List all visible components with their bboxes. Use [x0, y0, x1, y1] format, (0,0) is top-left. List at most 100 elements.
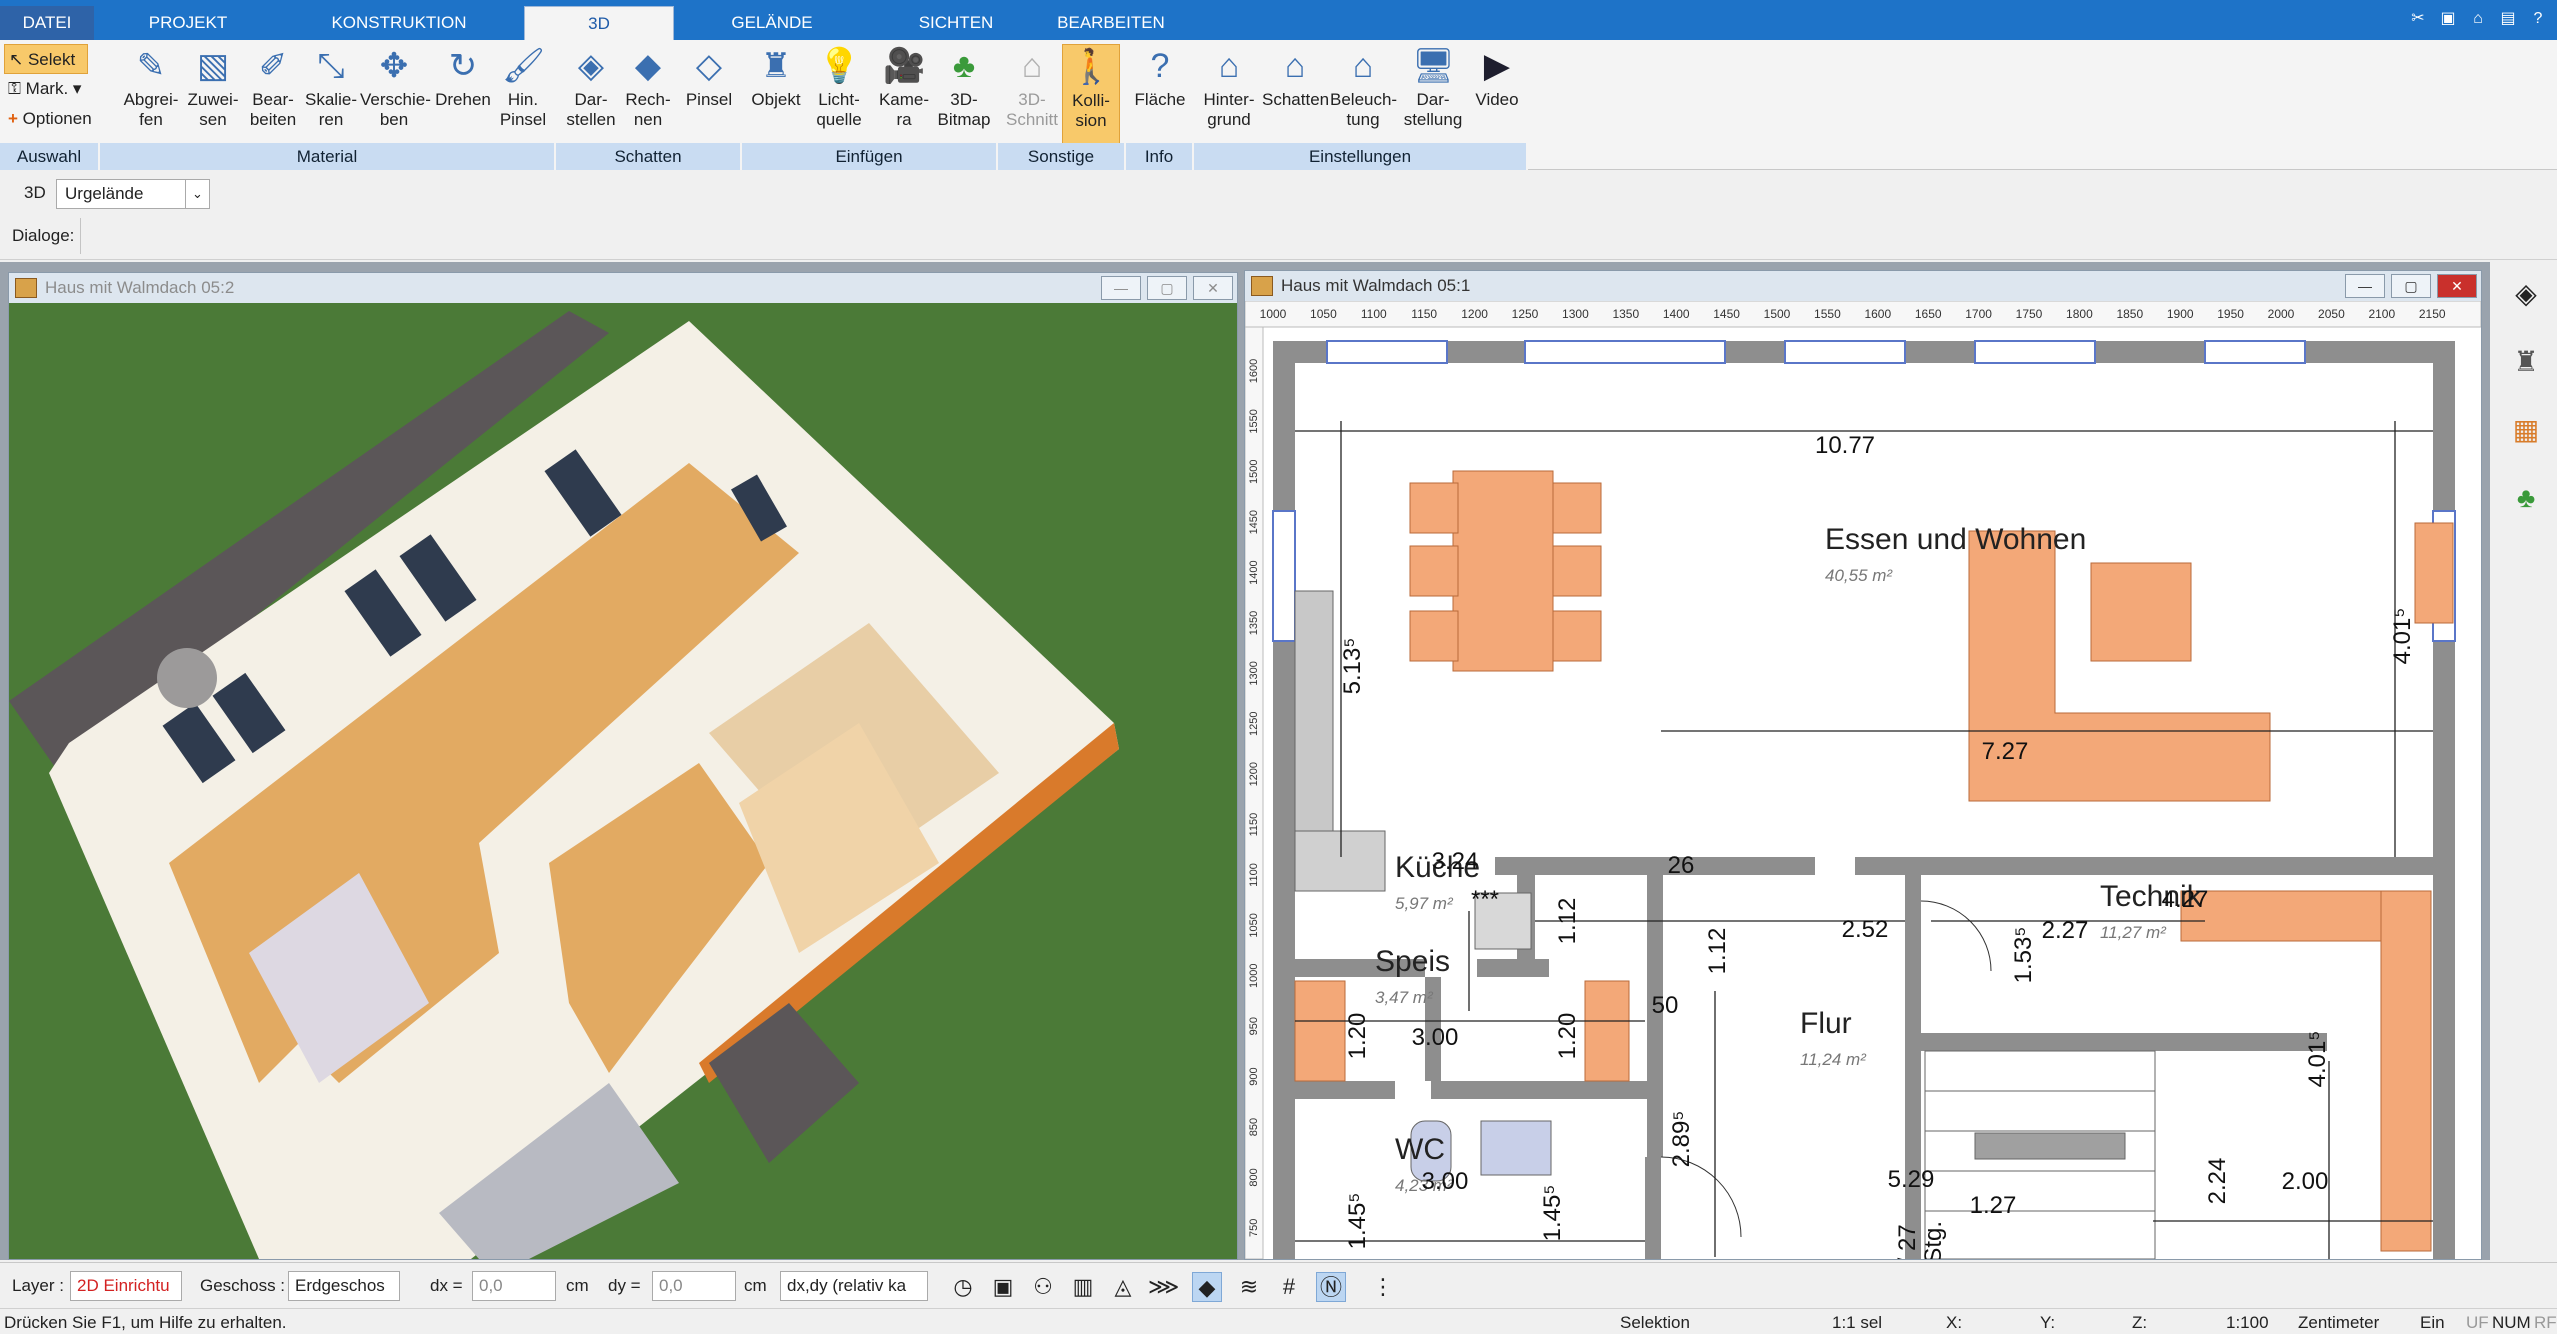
objekt-button[interactable]: ♜ Objekt	[748, 44, 804, 144]
window-plan-titlebar[interactable]: Haus mit Walmdach 05:1 — ▢ ✕	[1245, 271, 2481, 301]
chair-icon: ♜	[760, 47, 792, 85]
ruler-h-label: 1950	[2217, 307, 2244, 321]
restore-icon[interactable]: ▣	[2437, 8, 2459, 30]
rechnen-button[interactable]: ◆ Rech-nen	[622, 44, 674, 144]
darstellen-button[interactable]: ◈ Dar-stellen	[562, 44, 620, 144]
group-sonstige: Sonstige	[998, 143, 1126, 170]
dimension-value: 4.27	[2162, 886, 2209, 913]
minimize-button[interactable]: —	[1101, 276, 1141, 300]
object-catalog-icon[interactable]: ♜	[2508, 344, 2544, 380]
bearbeiten-button[interactable]: ✐ Bear-beiten	[244, 44, 302, 144]
collision-icon: 🚶	[1070, 48, 1113, 86]
kitchen-counter	[1294, 590, 1334, 862]
presentation-icon[interactable]: ▣	[988, 1272, 1018, 1302]
coordinate-mode-select[interactable]: dx,dy (relativ ka	[780, 1271, 928, 1301]
kollision-button[interactable]: 🚶 Kolli-sion	[1062, 44, 1120, 144]
window-3d-view[interactable]: Haus mit Walmdach 05:2 — ▢ ✕	[8, 272, 1238, 1260]
ruler-v-label: 1000	[1248, 964, 1260, 988]
geschoss-select[interactable]: Erdgeschos	[288, 1271, 400, 1301]
people-icon[interactable]: ⚇	[1028, 1272, 1058, 1302]
hin-pinsel-button[interactable]: 🖌 Hin. Pinsel	[496, 44, 550, 144]
dx-input[interactable]: 0,0	[472, 1271, 556, 1301]
kamera-button[interactable]: 🎥 Kame-ra	[874, 44, 934, 144]
pinsel-button[interactable]: ◇ Pinsel	[680, 44, 738, 144]
lichtquelle-button[interactable]: 💡 Licht-quelle	[808, 44, 870, 144]
window-floor-plan[interactable]: Haus mit Walmdach 05:1 — ▢ ✕ 1000 1050 1100 1…	[1244, 270, 2482, 1260]
abgreifen-button[interactable]: ✎ Abgrei-fen	[122, 44, 180, 144]
layer-plane-icon[interactable]: ◆	[1192, 1272, 1222, 1302]
mark-button[interactable]: ⚿ Mark. ▾	[4, 74, 92, 104]
bitmap-label: 3D-Bitmap	[937, 90, 991, 129]
bitmap-button[interactable]: ♣ 3D-Bitmap	[936, 44, 992, 144]
clock-icon[interactable]: ◷	[948, 1272, 978, 1302]
ruler-icon[interactable]: ◬	[1108, 1272, 1138, 1302]
dimension-value: 3.24	[1432, 848, 1479, 875]
3d-viewport[interactable]	[9, 303, 1237, 1259]
tab-projekt[interactable]: PROJEKT	[130, 6, 246, 40]
floor-plan-canvas[interactable]: 1000 1050 1100 1150 1200 1250 1300 1350 1400 1450…	[1245, 301, 2481, 1259]
room-area: 11,24 m²	[1800, 1050, 1867, 1069]
plus-icon: +	[8, 109, 23, 128]
chevron-down-icon[interactable]: ⌄	[185, 180, 209, 208]
darstellen-label: Dar-stellen	[566, 90, 616, 129]
zuweisen-button[interactable]: ▧ Zuwei-sen	[184, 44, 242, 144]
maximize-button[interactable]: ▢	[2391, 274, 2431, 298]
snap-icon[interactable]: ⋙	[1148, 1272, 1179, 1302]
tab-sichten[interactable]: SICHTEN	[900, 6, 1012, 40]
room-name: WC	[1395, 1133, 1445, 1166]
lichtquelle-label: Licht-quelle	[816, 90, 862, 129]
maximize-button[interactable]: ▢	[1147, 276, 1187, 300]
layer-select[interactable]: 2D Einrichtu	[70, 1271, 182, 1301]
terrain-combo[interactable]: Urgelände ⌄	[56, 179, 210, 209]
tab-3d[interactable]: 3D	[524, 6, 674, 40]
dimension-value: ***	[1471, 886, 1499, 913]
darstellung-button[interactable]: 🖥 Dar-stellung	[1400, 44, 1466, 144]
tab-bearbeiten[interactable]: BEARBEITEN	[1050, 6, 1172, 40]
book-icon[interactable]: ▥	[1068, 1272, 1098, 1302]
minimize-button[interactable]: —	[2345, 274, 2385, 298]
tab-konstruktion[interactable]: KONSTRUKTION	[318, 6, 480, 40]
close-button[interactable]: ✕	[1193, 276, 1233, 300]
layers-icon[interactable]: ◈	[2508, 276, 2544, 312]
ribbon: ↖ Selekt ⚿ Mark. ▾ + Optionen ✎ Abgrei-fe…	[0, 40, 2557, 170]
dy-label: dy =	[608, 1276, 641, 1295]
grid-icon[interactable]: #	[1274, 1272, 1304, 1302]
tools-icon[interactable]: ✂	[2407, 8, 2429, 30]
plants-icon[interactable]: ♣	[2508, 480, 2544, 516]
select-button[interactable]: ↖ Selekt	[4, 44, 88, 74]
stack-icon[interactable]: ≋	[1234, 1272, 1264, 1302]
more-icon[interactable]: ⋮	[1368, 1272, 1398, 1302]
brush-icon: 🖌	[502, 47, 546, 85]
tab-datei[interactable]: DATEI	[0, 6, 94, 40]
lock-icon[interactable]: ▤	[2497, 8, 2519, 30]
pinsel-label: Pinsel	[685, 90, 733, 109]
options-button[interactable]: + Optionen	[4, 104, 92, 134]
window-3d-titlebar[interactable]: Haus mit Walmdach 05:2 — ▢ ✕	[9, 273, 1237, 303]
skalieren-button[interactable]: ⤡ Skalie-ren	[302, 44, 360, 144]
video-button[interactable]: ▶ Video	[1468, 44, 1526, 144]
ruler-h-label: 1050	[1310, 307, 1337, 321]
materials-icon[interactable]: ▦	[2508, 412, 2544, 448]
schnitt-button[interactable]: ⌂ 3D-Schnitt	[1004, 44, 1060, 144]
ruler-h-label: 1250	[1512, 307, 1539, 321]
drehen-button[interactable]: ↻ Drehen	[432, 44, 494, 144]
rechnen-label: Rech-nen	[625, 90, 671, 129]
hintergrund-button[interactable]: ⌂ Hinter-grund	[1198, 44, 1260, 144]
ruler-h-label: 2050	[2318, 307, 2345, 321]
row-3d-label: 3D	[24, 183, 46, 202]
ruler-v-label: 1250	[1248, 712, 1260, 736]
dimension-value: 1.27	[1970, 1192, 2017, 1219]
mark-icon: ⚿	[8, 79, 26, 98]
flaeche-button[interactable]: ? Fläche	[1130, 44, 1190, 144]
help-icon[interactable]: ?	[2527, 8, 2549, 30]
dy-input[interactable]: 0,0	[652, 1271, 736, 1301]
home-icon[interactable]: ⌂	[2467, 8, 2489, 30]
background-icon: ⌂	[1218, 47, 1240, 85]
schatten-setting-button[interactable]: ⌂ Schatten	[1262, 44, 1329, 144]
beleuchtung-button[interactable]: ⌂ Beleuch-tung	[1330, 44, 1397, 144]
north-icon[interactable]: Ⓝ	[1316, 1272, 1346, 1302]
dimension-value: 1.20	[1344, 1013, 1371, 1060]
tab-gelaende[interactable]: GELÄNDE	[710, 6, 834, 40]
close-button[interactable]: ✕	[2437, 274, 2477, 298]
verschieben-button[interactable]: ✥ Verschie-ben	[360, 44, 431, 144]
